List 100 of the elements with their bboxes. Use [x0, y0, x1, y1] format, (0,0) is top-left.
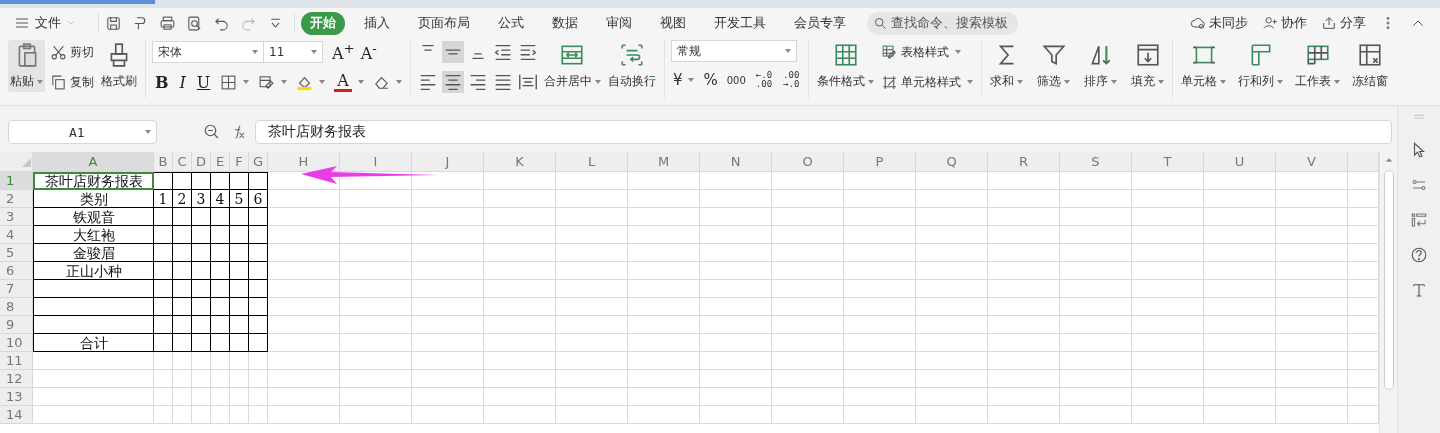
table-cell: [628, 298, 700, 316]
column-header[interactable]: E: [211, 152, 230, 172]
table-cell: [340, 262, 412, 280]
table-cell: [230, 280, 249, 298]
row-header[interactable]: 10: [0, 334, 33, 352]
rows-columns-button[interactable]: 行和列: [1236, 40, 1286, 92]
font-name-select[interactable]: 宋体: [152, 41, 264, 63]
filter-button[interactable]: 筛选: [1035, 40, 1073, 92]
table-cell: [988, 370, 1060, 388]
ribbon-tab[interactable]: 数据: [543, 11, 587, 35]
ribbon-tab[interactable]: 开始: [301, 11, 345, 35]
column-header[interactable]: Q: [916, 152, 988, 172]
row-header[interactable]: 14: [0, 406, 33, 424]
name-box[interactable]: A1: [8, 120, 157, 144]
row-header[interactable]: 13: [0, 388, 33, 406]
table-style-button[interactable]: 表格样式: [879, 40, 976, 64]
formula-input[interactable]: 茶叶店财务报表: [255, 120, 1392, 144]
column-header[interactable]: H: [268, 152, 340, 172]
decrease-decimal-button[interactable]: .00 →.0: [780, 71, 803, 89]
table-cell: [340, 298, 412, 316]
freeze-panes-button[interactable]: 冻结窗: [1350, 40, 1391, 92]
column-header[interactable]: B: [154, 152, 173, 172]
row-header[interactable]: 7: [0, 280, 33, 298]
font-color-button[interactable]: A: [332, 70, 366, 94]
format-painter-button[interactable]: 格式刷: [99, 40, 139, 92]
grow-font-button[interactable]: A$^{+}$: [329, 40, 358, 64]
row-header[interactable]: 3: [0, 208, 33, 226]
column-header[interactable]: N: [700, 152, 772, 172]
table-cell: [268, 208, 340, 226]
text-tool-icon[interactable]: [1410, 281, 1428, 299]
shrink-font-button[interactable]: A$^{-}$: [357, 40, 380, 64]
percent-button[interactable]: %: [701, 68, 720, 92]
row-header[interactable]: 11: [0, 352, 33, 370]
column-header[interactable]: C: [173, 152, 192, 172]
list-order-icon[interactable]: [1410, 211, 1428, 229]
column-header[interactable]: K: [484, 152, 556, 172]
person-add-button[interactable]: 协作: [1262, 14, 1307, 32]
bold-button[interactable]: B: [152, 72, 172, 92]
column-header[interactable]: P: [844, 152, 916, 172]
zoom-out-icon[interactable]: [203, 123, 221, 141]
thousands-button[interactable]: 000: [724, 68, 748, 92]
paste-button[interactable]: 粘贴: [8, 40, 45, 92]
copy-button[interactable]: 复制: [48, 70, 96, 94]
help-icon[interactable]: [1410, 246, 1428, 264]
wrap-text-button[interactable]: 自动换行: [605, 40, 658, 92]
caret-icon: [357, 80, 364, 84]
merge-center-button[interactable]: 合并居中: [541, 40, 603, 92]
row-header[interactable]: 8: [0, 298, 33, 316]
currency-button[interactable]: ¥: [670, 68, 697, 92]
column-header[interactable]: S: [1060, 152, 1132, 172]
ribbon-tab[interactable]: 会员专享: [785, 11, 855, 35]
row-header[interactable]: 12: [0, 370, 33, 388]
column-header[interactable]: D: [192, 152, 211, 172]
underline-button[interactable]: U: [193, 72, 214, 92]
scrollbar[interactable]: [1379, 152, 1397, 433]
fill-button[interactable]: 填充: [1129, 40, 1167, 92]
column-header[interactable]: F: [230, 152, 249, 172]
align-center-icon[interactable]: [441, 71, 464, 93]
row-header[interactable]: 5: [0, 244, 33, 262]
italic-button[interactable]: I: [176, 72, 189, 92]
print-preview-icon[interactable]: [186, 14, 203, 32]
cloud-button[interactable]: 未同步: [1190, 14, 1248, 32]
number-format-select[interactable]: 常规: [670, 40, 797, 62]
ribbon-tab[interactable]: 开发工具: [705, 11, 775, 35]
row-header[interactable]: 6: [0, 262, 33, 280]
print-icon[interactable]: [159, 14, 176, 32]
ribbon-tab[interactable]: 公式: [489, 11, 533, 35]
table-cell: [916, 280, 988, 298]
ribbon-tab[interactable]: 插入: [355, 11, 399, 35]
file-menu[interactable]: 文件: [14, 14, 82, 32]
column-header[interactable]: L: [556, 152, 628, 172]
ribbon-tab[interactable]: 视图: [651, 11, 695, 35]
column-header[interactable]: G: [249, 152, 268, 172]
column-header[interactable]: U: [1204, 152, 1276, 172]
cells-button[interactable]: 单元格: [1179, 40, 1229, 92]
table-cell: [211, 226, 230, 244]
row-header[interactable]: 2: [0, 190, 33, 208]
font-size-select[interactable]: 11: [263, 41, 323, 63]
worksheet-button[interactable]: 工作表: [1293, 40, 1343, 92]
column-header[interactable]: O: [772, 152, 844, 172]
align-middle-icon[interactable]: [441, 41, 464, 63]
row-header[interactable]: 9: [0, 316, 33, 334]
column-header[interactable]: I: [340, 152, 412, 172]
cell-style-button[interactable]: 单元格样式: [879, 70, 976, 94]
ribbon-tab[interactable]: 审阅: [597, 11, 641, 35]
ribbon-tab[interactable]: 页面布局: [409, 11, 479, 35]
increase-decimal-button[interactable]: ←.0 .00: [752, 71, 776, 89]
sort-button[interactable]: 排序: [1082, 40, 1120, 92]
column-header[interactable]: J: [412, 152, 484, 172]
conditional-format-button[interactable]: 条件格式: [815, 40, 877, 92]
sum-button[interactable]: 求和: [988, 40, 1026, 92]
share-button[interactable]: 分享: [1321, 14, 1366, 32]
column-header[interactable]: R: [988, 152, 1060, 172]
row-header[interactable]: 4: [0, 226, 33, 244]
column-header[interactable]: V: [1276, 152, 1348, 172]
column-header[interactable]: M: [628, 152, 700, 172]
save-icon[interactable]: [105, 14, 122, 32]
column-header[interactable]: T: [1132, 152, 1204, 172]
search-field[interactable]: 查找命令、搜索模板: [867, 11, 1018, 35]
cut-button[interactable]: 剪切: [48, 40, 96, 64]
